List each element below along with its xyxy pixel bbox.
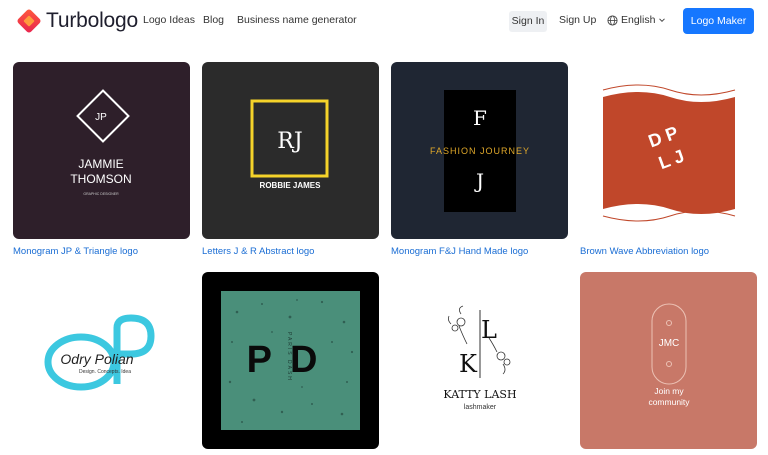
logo-card-odry-polian[interactable]: Odry Polian Design. Concepts. Idea [13, 272, 190, 449]
logo-card-rj[interactable]: RJ ROBBIE JAMES [202, 62, 379, 239]
logo-line2: community [648, 397, 690, 407]
svg-text:L: L [481, 316, 497, 344]
logo-card-jmc[interactable]: JMC Join my community [580, 272, 757, 449]
logo-name-line1: JAMMIE [78, 157, 123, 171]
logo-card-jp[interactable]: JP JAMMIE THOMSON GRAPHIC DESIGNER [13, 62, 190, 239]
nav-business-name-generator[interactable]: Business name generator [237, 14, 357, 26]
logo-text: FASHION JOURNEY [430, 146, 530, 156]
logo-card-fj[interactable]: F FASHION JOURNEY J [391, 62, 568, 239]
brand-name[interactable]: Turbologo [46, 9, 138, 33]
logo-name: ROBBIE JAMES [260, 181, 322, 190]
nav-blog[interactable]: Blog [203, 14, 224, 26]
logo-caption[interactable]: Letters J & R Abstract logo [202, 246, 314, 257]
logo-initials: JP [95, 112, 107, 123]
logo-top-letter: F [473, 106, 487, 130]
logo-initials: RJ [277, 129, 302, 154]
sign-in-button[interactable]: Sign In [509, 11, 547, 32]
nav-logo-ideas[interactable]: Logo Ideas [143, 14, 195, 26]
language-label: English [621, 14, 656, 26]
logo-card-brown-wave[interactable]: D P L J [580, 62, 757, 239]
svg-text:K: K [459, 350, 478, 378]
logo-tagline: Design. Concepts. Idea [79, 369, 131, 375]
logo-caption[interactable]: Brown Wave Abbreviation logo [580, 246, 709, 257]
logo-caption[interactable]: Monogram JP & Triangle logo [13, 246, 138, 257]
logo-card-pd[interactable]: PD PARIS DASH [202, 272, 379, 449]
logo-name: Odry Polian [60, 351, 133, 367]
logo-name: KATTY LASH [443, 388, 516, 401]
logo-line1: Join my [654, 386, 684, 396]
sign-up-button[interactable]: Sign Up [559, 14, 596, 26]
logo-initials: JMC [659, 338, 680, 349]
logo-name-line2: THOMSON [70, 172, 131, 186]
logo-vertical-text: PARIS DASH [286, 332, 292, 382]
chevron-down-icon [659, 18, 666, 23]
language-selector[interactable]: English [607, 14, 666, 26]
header: Turbologo Logo Ideas Blog Business name … [0, 0, 768, 42]
logo-tagline: GRAPHIC DESIGNER [83, 192, 119, 196]
globe-icon [607, 14, 618, 26]
logo-tagline: lashmaker [464, 404, 497, 411]
logo-maker-button[interactable]: Logo Maker [683, 8, 754, 34]
logo-caption[interactable]: Monogram F&J Hand Made logo [391, 246, 528, 257]
logo-card-katty-lash[interactable]: L K KATTY LASH lashmaker [391, 272, 568, 449]
brand-logo-icon[interactable] [16, 8, 42, 34]
logo-bottom-letter: J [474, 169, 484, 193]
